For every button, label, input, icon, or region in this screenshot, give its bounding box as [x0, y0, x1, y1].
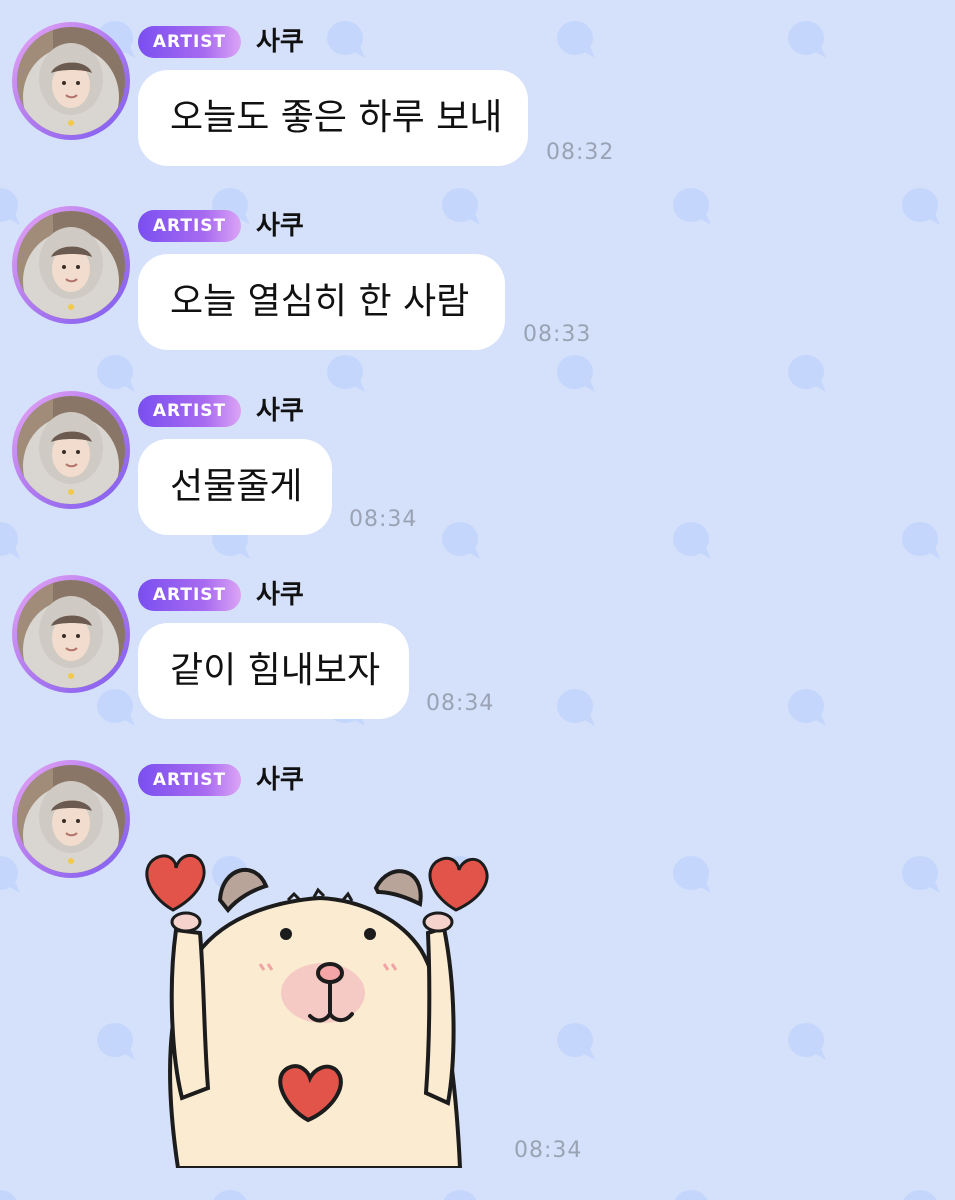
sender-name: 사쿠: [256, 211, 304, 241]
avatar-photo: [17, 580, 125, 688]
avatar-photo: [17, 211, 125, 319]
artist-badge: ARTIST: [138, 26, 241, 58]
bear-right-arm: [423, 925, 456, 1106]
bear-right-ear: [373, 869, 423, 908]
message-timestamp: 08:34: [349, 507, 418, 532]
sender-name: 사쿠: [256, 765, 304, 795]
chat-message-list[interactable]: ARTIST 사쿠 오늘도 좋은 하루 보내 08:32 ARTIST 사쿠 오…: [0, 0, 955, 1200]
message-timestamp: 08:32: [546, 140, 615, 165]
message-bubble[interactable]: 같이 힘내보자: [138, 623, 409, 719]
message-timestamp: 08:34: [514, 1138, 583, 1163]
heart-left: [145, 854, 206, 912]
sender-avatar[interactable]: [12, 575, 130, 693]
sender-avatar[interactable]: [12, 760, 130, 878]
avatar-photo: [17, 765, 125, 873]
bear-left-arm: [169, 927, 211, 1101]
sender-avatar[interactable]: [12, 391, 130, 509]
message-bubble[interactable]: 오늘 열심히 한 사람: [138, 254, 505, 350]
sender-avatar[interactable]: [12, 22, 130, 140]
bear-body: [168, 895, 463, 1168]
sender-name: 사쿠: [256, 27, 304, 57]
sender-name: 사쿠: [256, 580, 304, 610]
bear-sticker[interactable]: [138, 838, 498, 1168]
bear-left-ear: [217, 867, 269, 914]
artist-badge: ARTIST: [138, 579, 241, 611]
sender-name: 사쿠: [256, 396, 304, 426]
artist-badge: ARTIST: [138, 764, 241, 796]
avatar-photo: [17, 27, 125, 135]
sender-avatar[interactable]: [12, 206, 130, 324]
avatar-photo: [17, 396, 125, 504]
message-bubble[interactable]: 오늘도 좋은 하루 보내: [138, 70, 528, 166]
heart-right: [428, 856, 489, 912]
message-timestamp: 08:33: [523, 322, 592, 347]
artist-badge: ARTIST: [138, 395, 241, 427]
message-timestamp: 08:34: [426, 691, 495, 716]
message-bubble[interactable]: 선물줄게: [138, 439, 332, 535]
artist-badge: ARTIST: [138, 210, 241, 242]
